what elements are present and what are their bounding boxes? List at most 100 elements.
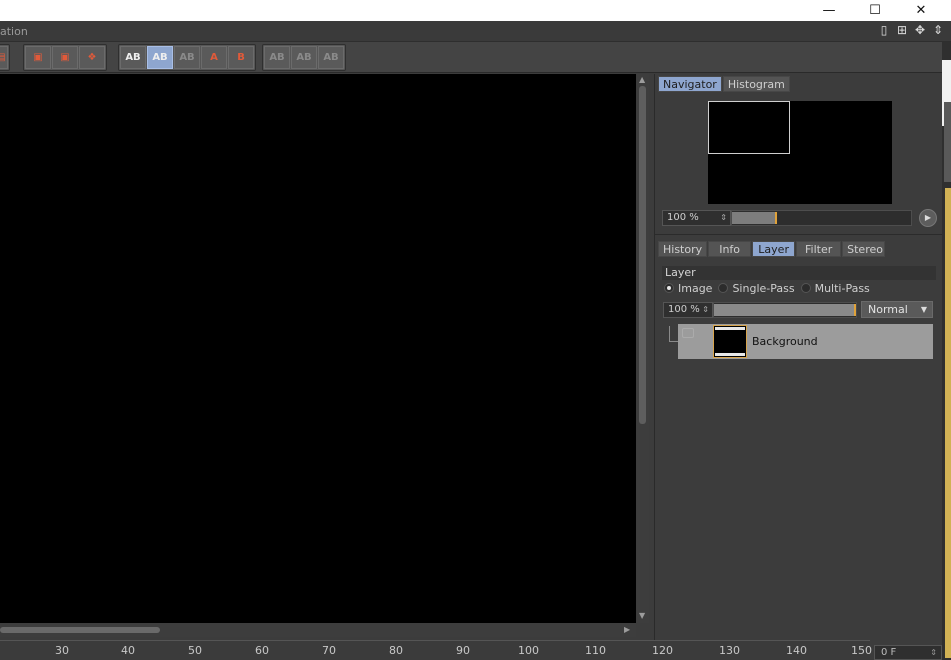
zoom-slider-fill — [732, 212, 775, 224]
render-all-button[interactable]: ❖ — [79, 46, 105, 69]
adjacent-window-edge — [942, 42, 951, 660]
thumbnail-band — [715, 327, 745, 330]
play-icon: ▶ — [924, 213, 932, 222]
zoom-slider-knob[interactable] — [775, 212, 777, 224]
minimize-button[interactable]: — — [806, 0, 852, 21]
layer-name: Background — [752, 335, 818, 348]
horizontal-scroll-thumb[interactable] — [0, 627, 160, 633]
tab-layer[interactable]: Layer — [752, 241, 796, 257]
new-panel-icon[interactable]: ⊞ — [895, 23, 909, 38]
navigator-preview[interactable] — [708, 101, 892, 204]
scroll-up-icon[interactable]: ▲ — [639, 75, 645, 84]
navigator-zoom-field[interactable]: 100 % ⇕ — [662, 210, 731, 226]
radio-single-pass-label: Single-Pass — [732, 282, 795, 295]
current-frame-field[interactable]: 0 F ⇕ — [874, 645, 942, 660]
scroll-down-icon[interactable]: ▼ — [639, 611, 645, 620]
toolbar-group-partial: ▤ — [0, 44, 10, 71]
close-window-button[interactable]: ✕ — [898, 0, 944, 21]
radio-image[interactable]: Image — [664, 282, 712, 295]
layer-opacity-field[interactable]: 100 % ⇕ — [663, 302, 713, 318]
ab-compare-icon: AB — [125, 52, 141, 63]
render-view-icon: ▣ — [60, 52, 70, 63]
panel-layout-icon[interactable]: ▯ — [877, 23, 891, 38]
tab-filter[interactable]: Filter — [796, 241, 842, 257]
layer-opacity-slider[interactable] — [713, 302, 857, 318]
edge-gray-block — [944, 102, 951, 182]
close-icon: ✕ — [915, 3, 927, 18]
window-title: ation — [0, 25, 28, 38]
ruler-tick: 150 — [851, 644, 872, 657]
ab-split-icon: AB — [179, 52, 195, 63]
timeline-ruler[interactable]: 30 40 50 60 70 80 90 100 110 120 130 140… — [0, 640, 872, 660]
radio-image-dot[interactable] — [664, 283, 674, 293]
ruler-tick: 70 — [322, 644, 336, 657]
ab-mid-button[interactable]: AB — [291, 46, 317, 69]
layout-icons: ▯ ⊞ ✥ ⇕ — [877, 23, 945, 38]
frame-spin-icon[interactable]: ⇕ — [930, 646, 937, 660]
tab-history[interactable]: History — [658, 241, 708, 257]
vertical-scroll-thumb[interactable] — [639, 86, 646, 424]
chevron-down-icon: ▼ — [920, 305, 927, 314]
navigator-zoom-value: 100 % — [667, 212, 699, 223]
opacity-spin-icon[interactable]: ⇕ — [702, 303, 709, 317]
ruler-tick: 90 — [456, 644, 470, 657]
window-title-bar: — ☐ ✕ — [0, 0, 951, 21]
ruler-tick: 130 — [719, 644, 740, 657]
render-view-button[interactable]: ▣ — [52, 46, 78, 69]
move-panel-icon[interactable]: ✥ — [913, 23, 927, 38]
visibility-eye-icon[interactable] — [682, 328, 694, 338]
render-all-icon: ❖ — [87, 52, 97, 63]
expand-panel-icon[interactable]: ⇕ — [931, 23, 945, 38]
layer-opacity-value: 100 % — [668, 304, 700, 315]
layer-thumbnail — [713, 325, 747, 358]
ruler-tick: 100 — [518, 644, 539, 657]
radio-single-pass-dot[interactable] — [718, 283, 729, 293]
tab-stereo[interactable]: Stereo — [842, 241, 886, 257]
navigator-play-button[interactable]: ▶ — [919, 209, 937, 227]
render-viewport[interactable] — [0, 74, 636, 623]
tab-info[interactable]: Info — [708, 241, 752, 257]
ab-left-button[interactable]: AB — [264, 46, 290, 69]
tab-navigator[interactable]: Navigator — [658, 76, 722, 92]
radio-multi-pass-dot[interactable] — [800, 283, 811, 293]
ab-right-button[interactable]: AB — [318, 46, 344, 69]
render-region-icon: ▣ — [33, 52, 43, 63]
ab-mid-icon: AB — [296, 52, 312, 63]
radio-multi-pass-label: Multi-Pass — [814, 282, 870, 295]
ruler-tick: 140 — [786, 644, 807, 657]
save-icon: ▤ — [0, 52, 6, 63]
ruler-tick: 80 — [389, 644, 403, 657]
ab-compare-button[interactable]: AB — [120, 46, 146, 69]
radio-image-label: Image — [678, 282, 713, 295]
radio-single-pass[interactable]: Single-Pass — [718, 282, 795, 295]
viewport-horizontal-scrollbar[interactable]: ▶ — [0, 623, 636, 637]
blend-mode-value: Normal — [868, 303, 908, 316]
picture-viewer-toolbar: ▤ ▣ ▣ ❖ AB AB AB A B AB AB AB — [0, 42, 951, 73]
ab-split-button[interactable]: AB — [174, 46, 200, 69]
ab-left-icon: AB — [269, 52, 285, 63]
set-a-button[interactable]: A — [201, 46, 227, 69]
radio-multi-pass[interactable]: Multi-Pass — [800, 282, 870, 295]
ab-swap-icon: AB — [152, 52, 168, 63]
thumbnail-band — [715, 353, 745, 356]
scroll-right-icon[interactable]: ▶ — [624, 625, 630, 634]
navigator-view-frame[interactable] — [708, 101, 790, 154]
zoom-spin-icon[interactable]: ⇕ — [720, 211, 727, 225]
layer-section-title: Layer — [662, 266, 936, 280]
app-title-strip: ation ▯ ⊞ ✥ ⇕ — [0, 21, 951, 42]
opacity-slider-knob[interactable] — [854, 304, 856, 316]
navigator-zoom-slider[interactable] — [731, 210, 912, 226]
set-b-button[interactable]: B — [228, 46, 254, 69]
blend-mode-select[interactable]: Normal ▼ — [861, 301, 933, 318]
ab-swap-button[interactable]: AB — [147, 46, 173, 69]
viewport-vertical-scrollbar[interactable]: ▲ ▼ — [637, 74, 649, 623]
save-image-button[interactable]: ▤ — [0, 46, 8, 69]
maximize-icon: ☐ — [869, 3, 881, 18]
render-region-button[interactable]: ▣ — [25, 46, 51, 69]
maximize-button[interactable]: ☐ — [852, 0, 898, 21]
ruler-tick: 120 — [652, 644, 673, 657]
layer-tabs: History Info Layer Filter Stereo — [658, 241, 886, 257]
app-root: — ☐ ✕ ation ▯ ⊞ ✥ ⇕ ▤ ▣ ▣ ❖ AB AB AB A B — [0, 0, 951, 660]
set-b-icon: B — [237, 52, 245, 63]
tab-histogram[interactable]: Histogram — [722, 76, 790, 92]
